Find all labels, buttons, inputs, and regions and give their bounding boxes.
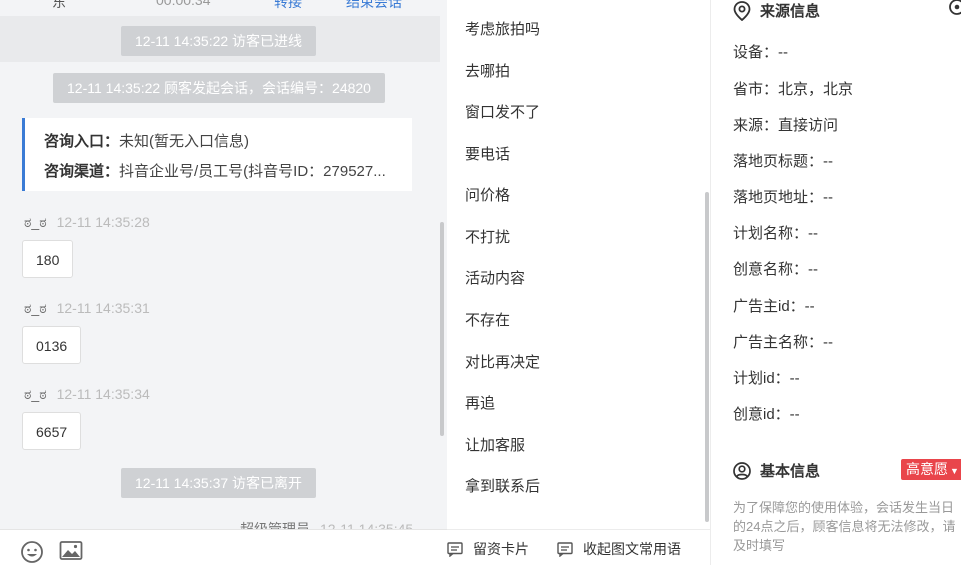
- system-message: 12-11 14:35:22 顾客发起会话，会话编号：24820: [53, 73, 385, 103]
- emoji-icon[interactable]: [20, 540, 44, 564]
- image-icon[interactable]: [59, 540, 83, 564]
- consult-channel-label: 咨询渠道：: [44, 163, 120, 180]
- session-header-row: 东 00:00:34 转接 结束会话: [0, 0, 440, 16]
- phrase-item[interactable]: 要电话: [465, 143, 510, 164]
- source-info-title: 来源信息: [760, 3, 821, 20]
- phrase-item[interactable]: 去哪拍: [465, 60, 510, 81]
- source-field-landing-url: 落地页地址：--: [733, 189, 833, 206]
- message-nickname: ಠ_ಠ: [24, 300, 47, 316]
- phrase-item[interactable]: 窗口发不了: [465, 101, 540, 122]
- phrase-item[interactable]: 对比再决定: [465, 351, 540, 372]
- phrase-item[interactable]: 再追: [465, 392, 495, 413]
- message-meta: ಠ_ಠ 12-11 14:35:34: [24, 386, 150, 403]
- session-visitor-name: 东: [52, 0, 66, 10]
- message-bubble[interactable]: 6657: [22, 412, 82, 450]
- collapse-phrases-label: 收起图文常用语: [583, 541, 681, 557]
- message-bubble[interactable]: 0136: [22, 326, 82, 364]
- phrase-item[interactable]: 让加客服: [465, 434, 525, 455]
- system-message: 12-11 14:35:22 访客已进线: [121, 26, 317, 56]
- quick-phrase-panel: 考虑旅拍吗 去哪拍 窗口发不了 要电话 问价格 不打扰 活动内容 不存在 对比再…: [447, 0, 711, 565]
- caret-down-icon: ▼: [950, 466, 959, 476]
- intent-tag-label: 高意愿: [906, 461, 948, 477]
- chat-scrollbar[interactable]: [440, 222, 444, 436]
- transfer-link[interactable]: 转接: [274, 0, 302, 12]
- basic-info-header: 基本信息: [733, 460, 820, 481]
- edit-notice: 为了保障您的使用体验，会话发生当日的24点之后，顾客信息将无法修改，请及时填写: [733, 500, 956, 553]
- message-time: 12-11 14:35:31: [56, 300, 150, 316]
- system-message: 12-11 14:35:37 访客已离开: [121, 468, 317, 498]
- source-field-advertiser-id: 广告主id：--: [733, 298, 815, 315]
- message-bubble[interactable]: 180: [22, 240, 74, 278]
- intent-tag-dropdown[interactable]: 高意愿 ▼: [901, 459, 961, 480]
- session-duration: 00:00:34: [156, 0, 211, 8]
- phrase-item[interactable]: 拿到联系后: [465, 475, 540, 496]
- source-info-header: 来源信息: [733, 0, 820, 21]
- phrase-item[interactable]: 活动内容: [465, 267, 525, 288]
- source-field-origin: 来源：直接访问: [733, 117, 839, 134]
- collapse-phrases-button[interactable]: 收起图文常用语: [557, 539, 681, 559]
- end-session-link[interactable]: 结束会话: [346, 0, 402, 12]
- location-pin-icon: [733, 0, 751, 21]
- message-time: 12-11 14:35:28: [56, 214, 150, 230]
- source-field-region: 省市：北京，北京: [733, 81, 854, 98]
- consult-entry-label: 咨询入口：: [44, 133, 120, 150]
- basic-info-title: 基本信息: [760, 463, 821, 480]
- user-circle-icon: [733, 461, 751, 480]
- phrase-item[interactable]: 不存在: [465, 309, 510, 330]
- source-field-device: 设备：--: [733, 44, 788, 61]
- phrase-item[interactable]: 问价格: [465, 184, 510, 205]
- lead-card-label: 留资卡片: [473, 541, 529, 557]
- chat-input-toolbar: [0, 529, 447, 565]
- consult-entry-row: 咨询入口：未知(暂无入口信息): [44, 130, 399, 160]
- source-field-landing-title: 落地页标题：--: [733, 153, 833, 170]
- source-field-plan-id: 计划id：--: [733, 370, 800, 387]
- customer-info-panel: 来源信息 设备：-- 省市：北京，北京 来源：直接访问 落地页标题：-- 落地页…: [711, 0, 961, 565]
- message-time: 12-11 14:35:34: [56, 386, 150, 402]
- message-list-icon: [557, 541, 573, 557]
- phrase-item[interactable]: 考虑旅拍吗: [465, 18, 540, 39]
- source-field-creative-name: 创意名称：--: [733, 261, 818, 278]
- consult-entry-value: 未知(暂无入口信息): [119, 133, 250, 150]
- source-field-advertiser-name: 广告主名称：--: [733, 334, 833, 351]
- message-card-icon: [447, 541, 463, 557]
- lead-card-button[interactable]: 留资卡片: [447, 539, 529, 559]
- consult-channel-row: 咨询渠道：抖音企业号/员工号(抖音号ID：279527...: [44, 160, 399, 190]
- message-nickname: ಠ_ಠ: [24, 214, 47, 230]
- phrase-scrollbar[interactable]: [705, 192, 709, 522]
- message-nickname: ಠ_ಠ: [24, 386, 47, 402]
- message-meta: ಠ_ಠ 12-11 14:35:31: [24, 300, 150, 317]
- eye-icon[interactable]: [947, 0, 961, 21]
- chat-panel: 东 00:00:34 转接 结束会话 12-11 14:35:22 访客已进线 …: [0, 0, 447, 565]
- consult-channel-value: 抖音企业号/员工号(抖音号ID：279527...: [119, 163, 386, 180]
- phrase-item[interactable]: 不打扰: [465, 226, 510, 247]
- source-field-plan-name: 计划名称：--: [733, 225, 818, 242]
- consult-info-card: 咨询入口：未知(暂无入口信息) 咨询渠道：抖音企业号/员工号(抖音号ID：279…: [22, 118, 412, 191]
- message-meta: ಠ_ಠ 12-11 14:35:28: [24, 214, 150, 231]
- phrase-footer: 留资卡片 收起图文常用语: [447, 529, 710, 565]
- source-field-creative-id: 创意id：--: [733, 406, 800, 423]
